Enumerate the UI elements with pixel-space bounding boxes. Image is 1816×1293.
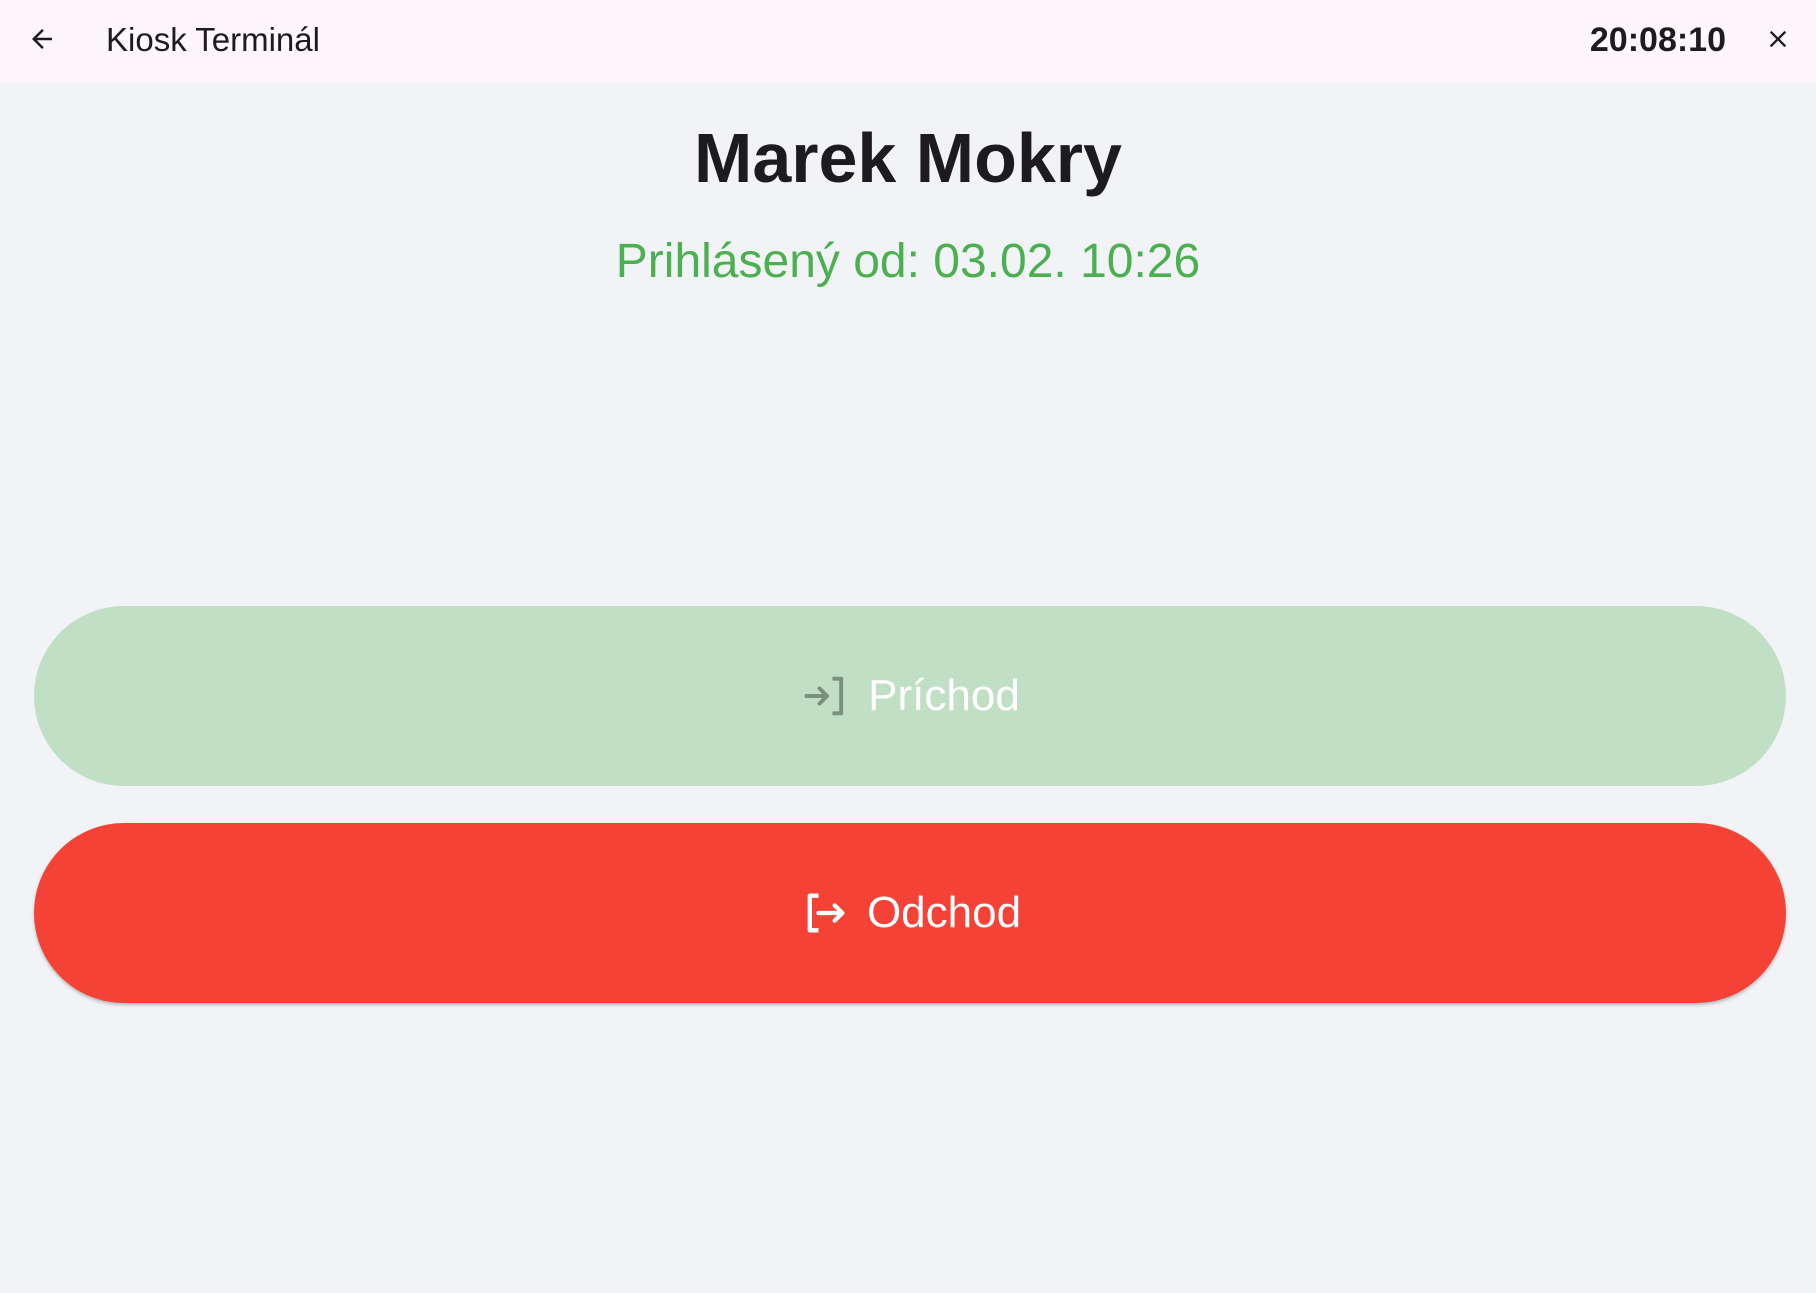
arrival-button[interactable]: Príchod	[34, 606, 1786, 786]
departure-button[interactable]: Odchod	[34, 823, 1786, 1003]
departure-label: Odchod	[866, 888, 1022, 937]
arrow-left-icon	[27, 24, 57, 59]
close-icon	[1764, 25, 1792, 58]
arrival-label: Príchod	[868, 671, 1020, 720]
top-app-bar: Kiosk Terminál 20:08:10	[0, 0, 1816, 82]
login-status: Prihlásený od: 03.02. 10:26	[615, 235, 1201, 288]
close-button[interactable]	[1750, 13, 1806, 69]
back-button[interactable]	[14, 13, 70, 69]
logout-icon	[799, 887, 851, 939]
app-title: Kiosk Terminál	[106, 21, 320, 58]
clock: 20:08:10	[1589, 21, 1726, 59]
login-icon	[800, 670, 852, 722]
kiosk-screen: Kiosk Terminál 20:08:10 Marek Mokry Prih…	[0, 0, 1816, 1293]
employee-name: Marek Mokry	[694, 119, 1122, 197]
